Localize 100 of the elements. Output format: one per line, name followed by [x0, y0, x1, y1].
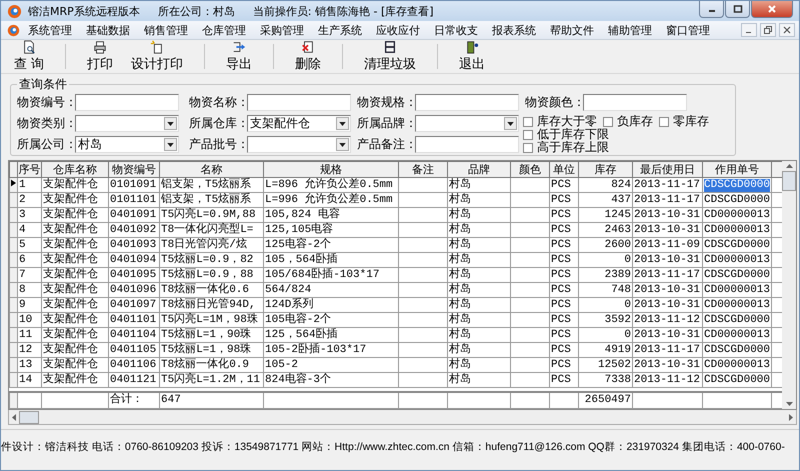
close-button[interactable]	[779, 23, 795, 37]
table-cell: CDSCGD0000	[704, 344, 770, 356]
table-cell: T5炫丽L=1，90珠	[161, 328, 252, 342]
table-cell: T8一体化闪亮型L=	[161, 224, 254, 236]
menu-item[interactable]: 采购管理	[253, 22, 311, 38]
checkbox[interactable]	[523, 130, 533, 140]
table-cell: T5炫丽L=0.9，88	[161, 268, 254, 282]
table-cell: PCS	[551, 298, 571, 312]
table-cell: 支架配件仓	[43, 314, 98, 326]
scroll-up-icon[interactable]	[786, 164, 792, 168]
row-indicator[interactable]	[10, 178, 18, 192]
menu-item[interactable]: 应收应付	[369, 22, 427, 38]
checkbox-label: 负库存	[617, 113, 653, 130]
menu-item[interactable]: 日常收支	[427, 22, 485, 38]
table-cell: 0401095	[110, 268, 156, 282]
maximize-button[interactable]	[725, 1, 750, 18]
dropdown-arrow-icon	[167, 122, 174, 126]
column-header[interactable]: 作用单号	[702, 162, 772, 178]
column-header[interactable]: 颜色	[510, 162, 550, 178]
menu-item[interactable]: 仓库管理	[195, 22, 253, 38]
column-header[interactable]: 物资编号	[108, 162, 160, 178]
table-cell: 125电容-2个	[265, 238, 332, 252]
column-header[interactable]: 名称	[160, 162, 264, 178]
table-cell: 村岛	[449, 194, 471, 206]
minimize-button[interactable]	[699, 1, 724, 18]
table-cell: PCS	[551, 224, 571, 236]
table-cell: 4919	[604, 344, 631, 356]
input-field[interactable]	[247, 94, 351, 111]
table-cell: 0401094	[110, 254, 156, 266]
scroll-right-icon[interactable]	[789, 414, 793, 420]
menu-item[interactable]: 生产系统	[311, 22, 369, 38]
table-cell: T5闪亮L=1.2M，11	[161, 374, 260, 386]
table-cell: 4	[19, 224, 26, 236]
dropdown-field[interactable]	[247, 136, 351, 153]
table-cell: 7	[19, 268, 26, 282]
menu-item[interactable]: 报表系统	[485, 22, 543, 38]
toolbar-button[interactable]: 退出	[450, 40, 494, 73]
table-cell: 105,824 电容	[265, 208, 340, 222]
table-cell: L=996 允许负公差0.5mm	[265, 194, 393, 206]
column-header[interactable]: 库存	[578, 162, 632, 178]
table-cell: T5炫丽L=1，98珠	[161, 344, 252, 356]
checkbox[interactable]	[523, 116, 533, 126]
column-header[interactable]: 单位	[550, 162, 578, 178]
table-cell: PCS	[551, 268, 571, 282]
menu-item[interactable]: 帮助文件	[543, 22, 601, 38]
table-cell: 村岛	[449, 328, 471, 342]
scroll-left-icon[interactable]	[12, 414, 16, 420]
table-cell: 105电容-2个	[265, 314, 332, 326]
dropdown-field[interactable]: 支架配件仓	[247, 115, 351, 132]
toolbar-button[interactable]: 导出	[217, 40, 262, 73]
menu-item[interactable]: 销售管理	[137, 22, 195, 38]
bin-icon	[383, 40, 398, 54]
checkbox[interactable]	[659, 116, 669, 126]
minimize-button[interactable]	[741, 23, 757, 37]
column-header[interactable]: 仓库名称	[42, 162, 108, 178]
table-cell: 支架配件仓	[43, 374, 98, 386]
column-header[interactable]: 规格	[264, 162, 398, 178]
toolbar-button[interactable]: 打印	[78, 40, 122, 73]
vertical-scrollbar[interactable]	[782, 161, 796, 409]
scroll-down-icon[interactable]	[786, 402, 792, 406]
column-header[interactable]: 备注	[398, 162, 448, 178]
column-header[interactable]: 最后使用日	[632, 162, 702, 178]
toolbar-button[interactable]: 查 询	[5, 40, 54, 73]
table-cell: 0401097	[110, 298, 156, 312]
toolbar-button[interactable]: 设计打印	[122, 40, 192, 73]
scrollbar-thumb[interactable]	[19, 410, 39, 424]
table-cell: 0401106	[110, 358, 156, 372]
table-cell: 2013-10-31	[634, 254, 700, 266]
table-cell: 2389	[604, 268, 631, 282]
maximize-icon	[732, 4, 742, 14]
restore-button[interactable]	[760, 23, 776, 37]
column-header[interactable]: 品牌	[448, 162, 510, 178]
dropdown-field[interactable]	[75, 115, 179, 132]
column-header[interactable]: 序号	[18, 162, 42, 178]
table-cell: 12	[19, 344, 32, 356]
menu-item[interactable]: 基础数据	[79, 22, 137, 38]
table-cell: 支架配件仓	[43, 268, 98, 282]
table-cell: 支架配件仓	[43, 238, 98, 252]
input-field[interactable]	[415, 94, 519, 111]
table-cell: 0101091	[110, 178, 156, 192]
horizontal-scrollbar[interactable]	[8, 410, 797, 425]
checkbox[interactable]	[603, 116, 613, 126]
input-field[interactable]	[583, 94, 687, 111]
scrollbar-thumb[interactable]	[782, 171, 796, 191]
menu-item[interactable]: 系统管理	[26, 22, 79, 38]
close-button[interactable]	[751, 1, 793, 18]
toolbar-button[interactable]: 删除	[286, 40, 330, 73]
table-cell: 125，564卧插	[265, 328, 338, 342]
dropdown-field[interactable]	[415, 115, 519, 132]
input-field[interactable]	[415, 136, 519, 153]
dropdown-arrow-icon	[507, 122, 514, 126]
field-label: 物资名称：	[189, 94, 247, 111]
menu-item[interactable]: 窗口管理	[659, 22, 717, 38]
table-cell: CDSCGD0000	[704, 194, 770, 206]
table-cell: 14	[19, 374, 32, 386]
menu-item[interactable]: 辅助管理	[601, 22, 659, 38]
input-field[interactable]	[75, 94, 179, 111]
checkbox[interactable]	[523, 142, 533, 152]
toolbar-button[interactable]: 清理垃圾	[355, 40, 426, 73]
dropdown-field[interactable]: 村岛	[75, 136, 179, 153]
